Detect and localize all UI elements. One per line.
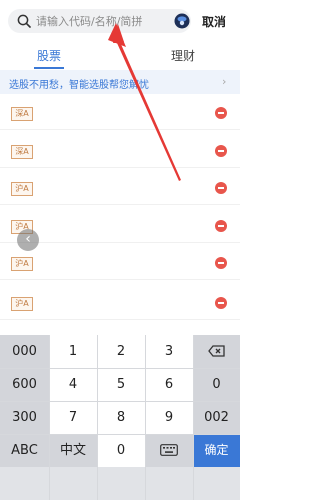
keypad-divider: [0, 401, 240, 402]
list-item[interactable]: 沪A: [0, 284, 240, 320]
list-item[interactable]: 深A: [0, 94, 240, 130]
voice-icon[interactable]: [174, 13, 190, 29]
key-002[interactable]: 002: [193, 401, 240, 434]
market-tag: 沪A: [11, 297, 33, 311]
key-5[interactable]: 5: [97, 368, 145, 401]
keypad-divider: [145, 335, 146, 500]
remove-icon[interactable]: [215, 182, 227, 194]
smart-pick-banner[interactable]: 选股不用愁，智能选股帮您解忧 ›: [0, 70, 240, 94]
backspace-key[interactable]: [193, 335, 240, 368]
cancel-button[interactable]: 取消: [202, 13, 226, 30]
key-8[interactable]: 8: [97, 401, 145, 434]
key-2[interactable]: 2: [97, 335, 145, 368]
list-item[interactable]: 深A: [0, 132, 240, 168]
market-tag: 沪A: [11, 257, 33, 271]
key-0-side[interactable]: 0: [193, 368, 240, 401]
keypad-divider: [193, 335, 194, 500]
key-chinese[interactable]: 中文: [49, 434, 97, 467]
search-box[interactable]: [8, 9, 191, 33]
keypad-divider: [49, 335, 50, 500]
search-icon: [17, 14, 31, 28]
banner-text: 选股不用愁，智能选股帮您解忧: [9, 80, 149, 91]
keypad-divider: [0, 368, 240, 369]
key-000[interactable]: 000: [0, 335, 49, 368]
numeric-keypad: 000 1 2 3 600 4 5 6 0 300 7 8 9 002 ABC …: [0, 335, 240, 500]
remove-icon[interactable]: [215, 220, 227, 232]
key-600[interactable]: 600: [0, 368, 49, 401]
market-tag: 沪A: [11, 182, 33, 196]
market-tag: 深A: [11, 145, 33, 159]
remove-icon[interactable]: [215, 107, 227, 119]
tab-stocks[interactable]: 股票: [34, 47, 64, 64]
key-300[interactable]: 300: [0, 401, 49, 434]
key-3[interactable]: 3: [145, 335, 193, 368]
backspace-icon: [207, 345, 225, 357]
back-handle-icon[interactable]: ‹: [17, 229, 39, 251]
keyboard-icon: [160, 444, 178, 456]
list-item[interactable]: 沪A: [0, 169, 240, 205]
tab-finance[interactable]: 理财: [168, 47, 198, 64]
market-tag: 深A: [11, 107, 33, 121]
key-1[interactable]: 1: [49, 335, 97, 368]
keyboard-toggle-key[interactable]: [145, 434, 193, 467]
keypad-divider: [0, 434, 240, 435]
chevron-right-icon: ›: [222, 75, 227, 88]
search-bar: 取消: [0, 0, 240, 42]
remove-icon[interactable]: [215, 297, 227, 309]
search-input[interactable]: [36, 10, 156, 32]
key-7[interactable]: 7: [49, 401, 97, 434]
key-abc[interactable]: ABC: [0, 434, 49, 467]
confirm-button[interactable]: 确定: [193, 434, 240, 467]
keypad-divider: [97, 335, 98, 500]
active-tab-indicator: [34, 67, 64, 69]
key-4[interactable]: 4: [49, 368, 97, 401]
remove-icon[interactable]: [215, 257, 227, 269]
tab-bar: 股票 理财: [0, 42, 240, 70]
remove-icon[interactable]: [215, 145, 227, 157]
key-0[interactable]: 0: [97, 434, 145, 467]
key-9[interactable]: 9: [145, 401, 193, 434]
list-item[interactable]: 沪A: [0, 244, 240, 280]
key-6[interactable]: 6: [145, 368, 193, 401]
